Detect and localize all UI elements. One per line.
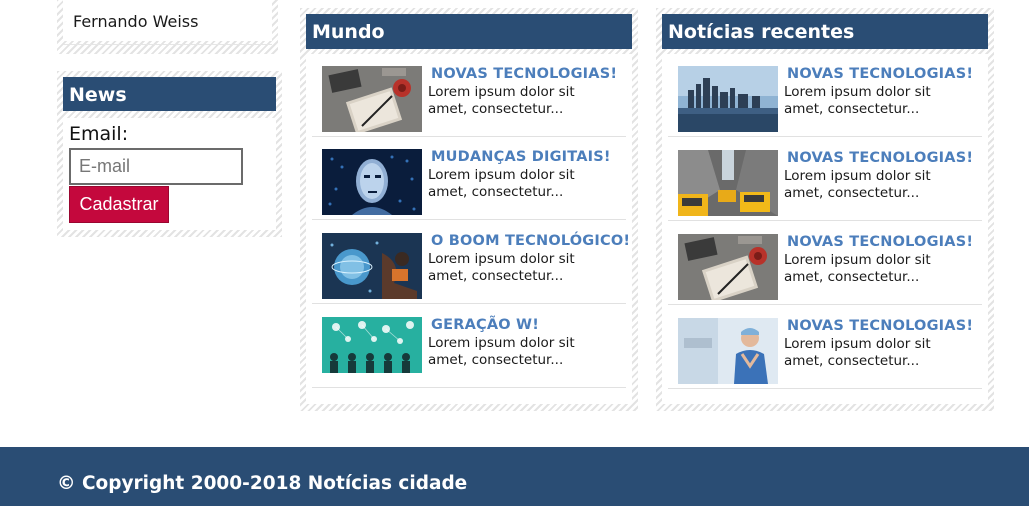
article-excerpt: Lorem ipsum dolor sit amet, consectetur.… [784,168,931,201]
article-excerpt: Lorem ipsum dolor sit amet, consectetur.… [428,84,575,117]
article-excerpt: Lorem ipsum dolor sit amet, consectetur.… [784,84,931,117]
article-excerpt: Lorem ipsum dolor sit amet, consectetur.… [428,251,575,284]
doctor-thumbnail[interactable] [678,318,778,384]
subscribe-button[interactable]: Cadastrar [69,186,169,223]
divider [63,44,272,45]
digital-face-thumbnail[interactable] [322,149,422,215]
article-excerpt: Lorem ipsum dolor sit amet, consectetur.… [784,336,931,369]
city-skyline-thumbnail[interactable] [678,66,778,132]
article-title[interactable]: GERAÇÃO W! [431,317,539,333]
article-title[interactable]: NOVAS TECNOLOGIAS! [431,66,617,82]
email-label: Email: [69,123,129,145]
article-item[interactable]: NOVAS TECNOLOGIAS! Lorem ipsum dolor sit… [668,222,982,305]
article-excerpt: Lorem ipsum dolor sit amet, consectetur.… [428,167,575,200]
article-item[interactable]: NOVAS TECNOLOGIAS! Lorem ipsum dolor sit… [668,138,982,221]
article-item[interactable]: NOVAS TECNOLOGIAS! Lorem ipsum dolor sit… [668,54,982,137]
column-title: Mundo [306,14,632,49]
email-field[interactable] [69,148,243,185]
desk-notebook-thumbnail[interactable] [678,234,778,300]
column-mundo: Mundo NOVAS TECNOLOGIAS! Lorem ipsum dol… [300,8,638,411]
article-item[interactable]: NOVAS TECNOLOGIAS! Lorem ipsum dolor sit… [312,54,626,137]
taxi-street-thumbnail[interactable] [678,150,778,216]
desk-notebook-thumbnail[interactable] [322,66,422,132]
newsletter-form: Email: Cadastrar [63,118,276,230]
article-title[interactable]: MUDANÇAS DIGITAIS! [431,149,611,165]
article-item[interactable]: MUDANÇAS DIGITAIS! Lorem ipsum dolor sit… [312,137,626,220]
article-title[interactable]: NOVAS TECNOLOGIAS! [787,234,973,250]
copyright-text: © Copyright 2000-2018 Notícias cidade [57,473,468,494]
newsletter-title: News [63,77,276,111]
article-item[interactable]: GERAÇÃO W! Lorem ipsum dolor sit amet, c… [312,305,626,388]
author-name[interactable]: Fernando Weiss [73,12,198,31]
article-list: NOVAS TECNOLOGIAS! Lorem ipsum dolor sit… [662,54,988,404]
article-excerpt: Lorem ipsum dolor sit amet, consectetur.… [428,335,575,368]
author-widget-body: Fernando Weiss [63,0,272,45]
social-network-thumbnail[interactable] [322,317,422,373]
article-title[interactable]: NOVAS TECNOLOGIAS! [787,150,973,166]
article-title[interactable]: NOVAS TECNOLOGIAS! [787,318,973,334]
article-title[interactable]: NOVAS TECNOLOGIAS! [787,66,973,82]
footer: © Copyright 2000-2018 Notícias cidade [0,447,1029,506]
digital-globe-thumbnail[interactable] [322,233,422,299]
column-recent-news: Notícias recentes NOVAS TECNOLOGIAS! Lor… [656,8,994,411]
article-item[interactable]: NOVAS TECNOLOGIAS! Lorem ipsum dolor sit… [668,306,982,389]
article-item[interactable]: O BOOM TECNOLÓGICO! Lorem ipsum dolor si… [312,221,630,304]
article-list: NOVAS TECNOLOGIAS! Lorem ipsum dolor sit… [306,54,632,404]
newsletter-widget: News Email: Cadastrar [57,71,282,237]
column-title: Notícias recentes [662,14,988,49]
author-widget: Fernando Weiss [57,0,278,54]
article-title[interactable]: O BOOM TECNOLÓGICO! [431,233,630,249]
article-excerpt: Lorem ipsum dolor sit amet, consectetur.… [784,252,931,285]
